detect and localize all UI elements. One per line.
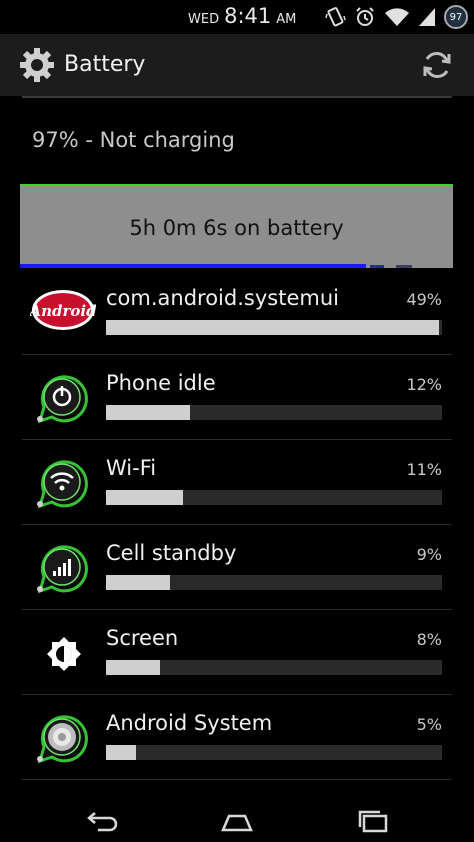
clock: WED 8:41 AM bbox=[188, 4, 296, 28]
item-name: com.android.systemui bbox=[106, 286, 339, 310]
wifi-icon bbox=[30, 456, 94, 512]
brightness-icon bbox=[30, 626, 94, 682]
battery-history-graph[interactable]: 5h 0m 6s on battery bbox=[20, 184, 453, 268]
item-percent: 12% bbox=[406, 375, 442, 394]
divider bbox=[22, 96, 452, 98]
usage-bar-fill bbox=[106, 405, 190, 420]
list-item[interactable]: Android com.android.systemui 49% bbox=[0, 270, 474, 355]
recents-icon[interactable] bbox=[356, 810, 390, 838]
item-percent: 5% bbox=[416, 715, 442, 734]
battery-status-text: 97% - Not charging bbox=[32, 128, 235, 152]
battery-level-text: 97 bbox=[449, 11, 463, 23]
item-name: Android System bbox=[106, 711, 273, 735]
svg-text:Android: Android bbox=[30, 302, 96, 320]
graph-awake-line-segment bbox=[396, 265, 412, 268]
clock-day: WED bbox=[188, 12, 220, 27]
item-percent: 11% bbox=[406, 460, 442, 479]
usage-bar-fill bbox=[106, 660, 160, 675]
vibrate-icon bbox=[324, 6, 346, 28]
back-icon[interactable] bbox=[84, 810, 120, 838]
usage-bar-fill bbox=[106, 575, 170, 590]
android-logo-icon: Android bbox=[27, 286, 97, 342]
item-percent: 9% bbox=[416, 545, 442, 564]
usage-bar bbox=[106, 320, 442, 335]
list-item[interactable]: Screen 8% bbox=[0, 610, 474, 695]
item-name: Wi-Fi bbox=[106, 456, 157, 480]
usage-bar bbox=[106, 490, 442, 505]
page-title: Battery bbox=[64, 52, 146, 77]
item-name: Screen bbox=[106, 626, 179, 650]
item-percent: 8% bbox=[416, 630, 442, 649]
status-icons: 97 bbox=[324, 4, 468, 30]
list-item[interactable] bbox=[0, 780, 474, 800]
alarm-icon bbox=[354, 6, 376, 28]
list-item[interactable]: Wi-Fi 11% bbox=[0, 440, 474, 525]
usage-bar-fill bbox=[106, 745, 137, 760]
clock-ampm: AM bbox=[276, 12, 297, 27]
battery-icon: 97 bbox=[444, 5, 468, 29]
usage-list: Android com.android.systemui 49% Phone i… bbox=[0, 270, 474, 800]
usage-bar bbox=[106, 575, 442, 590]
usage-bar-fill bbox=[106, 320, 439, 335]
navigation-bar bbox=[0, 800, 474, 842]
graph-label: 5h 0m 6s on battery bbox=[129, 216, 344, 240]
graph-awake-line bbox=[20, 264, 366, 268]
android-system-icon bbox=[30, 711, 94, 767]
list-item[interactable]: Phone idle 12% bbox=[0, 355, 474, 440]
item-percent: 49% bbox=[406, 290, 442, 309]
gear-icon[interactable] bbox=[18, 46, 56, 88]
list-item[interactable]: Android System 5% bbox=[0, 695, 474, 780]
clock-time: 8:41 bbox=[224, 4, 272, 28]
refresh-icon[interactable] bbox=[420, 48, 454, 86]
list-item[interactable]: Cell standby 9% bbox=[0, 525, 474, 610]
usage-bar bbox=[106, 745, 442, 760]
usage-bar bbox=[106, 660, 442, 675]
usage-bar-fill bbox=[106, 490, 184, 505]
signal-icon bbox=[30, 541, 94, 597]
graph-awake-line-segment bbox=[370, 265, 384, 268]
signal-icon bbox=[418, 7, 436, 27]
home-icon[interactable] bbox=[220, 810, 254, 838]
wifi-icon bbox=[384, 7, 410, 27]
item-name: Phone idle bbox=[106, 371, 216, 395]
power-icon bbox=[30, 371, 94, 427]
usage-list-viewport[interactable]: Android com.android.systemui 49% Phone i… bbox=[0, 270, 474, 800]
status-bar: WED 8:41 AM 97 bbox=[0, 0, 474, 34]
usage-bar bbox=[106, 405, 442, 420]
action-bar: Battery bbox=[0, 34, 474, 96]
item-name: Cell standby bbox=[106, 541, 237, 565]
